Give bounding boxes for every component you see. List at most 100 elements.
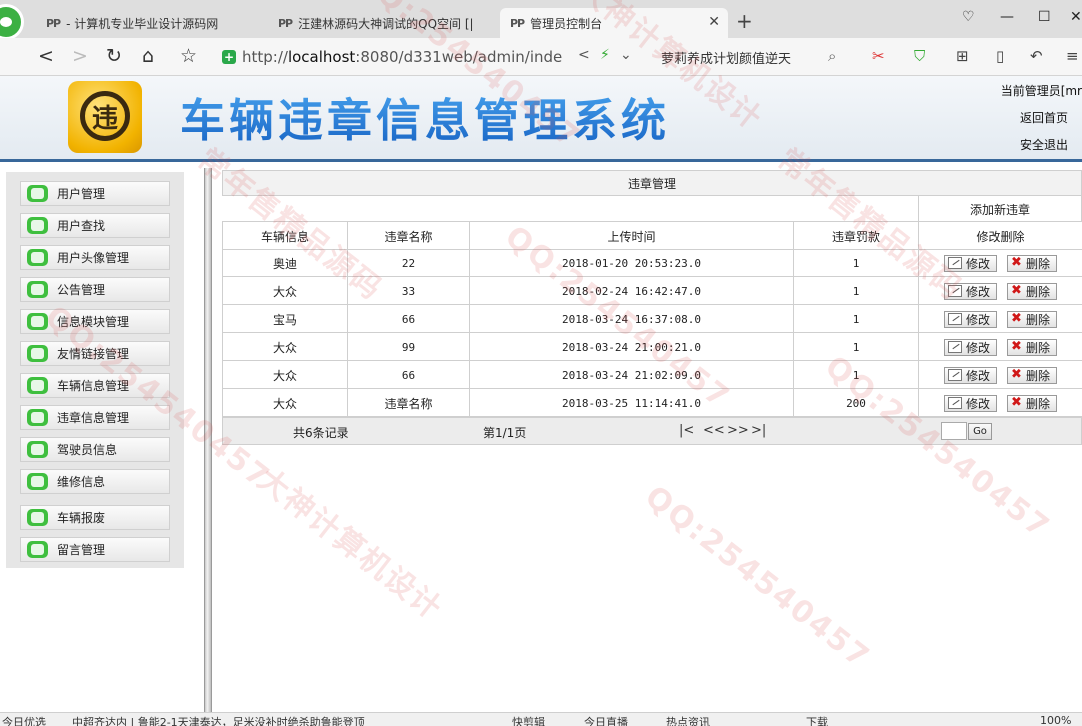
tab-label: 管理员控制台 xyxy=(530,16,603,31)
last-page-button[interactable]: >| xyxy=(751,423,766,438)
delete-button[interactable]: ✖ 删除 xyxy=(1007,310,1057,328)
delete-x-icon: ✖ xyxy=(1011,367,1022,382)
new-tab-icon[interactable]: + xyxy=(736,9,753,33)
reader-mode-icon[interactable]: ▯ xyxy=(996,47,1004,65)
cell-name: 22 xyxy=(348,249,470,277)
close-window-icon[interactable]: ✕ xyxy=(1070,9,1082,25)
edit-pencil-icon xyxy=(948,397,963,409)
edit-button[interactable]: 修改 xyxy=(944,282,998,300)
sidebar-item-user-management[interactable]: 用户管理 xyxy=(20,181,170,206)
home-icon[interactable]: ⌂ xyxy=(142,46,154,66)
logout-link[interactable]: 安全退出 xyxy=(1020,136,1068,153)
current-admin-label: 当前管理员[mr xyxy=(1000,84,1082,98)
table-row: 大众 66 2018-03-24 21:02:09.0 1 修改 ✖ 删除 xyxy=(222,361,1082,389)
edit-pencil-icon xyxy=(948,369,963,381)
delete-x-icon: ✖ xyxy=(1011,339,1022,354)
delete-button[interactable]: ✖ 删除 xyxy=(1007,338,1057,356)
share-icon[interactable]: < xyxy=(578,47,590,63)
chat-bubble-icon xyxy=(27,377,48,394)
url-dropdown-icon[interactable]: ⌄ xyxy=(620,47,632,63)
sidebar-item-vehicle-info[interactable]: 车辆信息管理 xyxy=(20,373,170,398)
status-download[interactable]: 下载 xyxy=(806,714,828,726)
sidebar-item-info-modules[interactable]: 信息模块管理 xyxy=(20,309,170,334)
sidebar-item-user-search[interactable]: 用户查找 xyxy=(20,213,170,238)
panel-title: 违章管理 xyxy=(222,170,1082,196)
delete-button[interactable]: ✖ 删除 xyxy=(1007,254,1057,272)
tools-scissors-icon[interactable]: ✂ xyxy=(872,47,885,65)
delete-button[interactable]: ✖ 删除 xyxy=(1007,282,1057,300)
tab-favicon-icon: PP xyxy=(46,16,61,30)
next-page-button[interactable]: >> xyxy=(727,423,749,438)
search-icon[interactable]: ⌕ xyxy=(828,47,836,65)
browser-status-bar: 今日优选 中超齐达内 | 鲁能2-1天津泰达，足米没补时绝杀助鲁能登顶 快剪辑 … xyxy=(0,712,1082,726)
add-violation-link[interactable]: 添加新违章 xyxy=(918,196,1082,222)
status-live[interactable]: 今日直播 xyxy=(584,714,628,726)
favorite-star-icon[interactable]: ☆ xyxy=(180,46,197,66)
sidebar-item-violation-info[interactable]: 违章信息管理 xyxy=(20,405,170,430)
edit-button[interactable]: 修改 xyxy=(944,394,998,412)
sidebar-item-avatar-management[interactable]: 用户头像管理 xyxy=(20,245,170,270)
go-button[interactable]: Go xyxy=(968,423,992,440)
browser-tab-2[interactable]: PP 汪建林源码大神调试的QQ空间 [| xyxy=(268,8,496,38)
shirt-skin-icon[interactable]: ♡ xyxy=(962,9,975,25)
cell-vehicle: 奥迪 xyxy=(223,249,348,277)
status-quick-clip[interactable]: 快剪辑 xyxy=(512,714,545,726)
table-row: 大众 违章名称 2018-03-25 11:14:41.0 200 修改 ✖ 删除 xyxy=(222,389,1082,417)
edit-button[interactable]: 修改 xyxy=(944,338,998,356)
home-link[interactable]: 返回首页 xyxy=(1020,109,1068,126)
prev-page-button[interactable]: << xyxy=(703,423,725,438)
chat-bubble-icon xyxy=(27,249,48,266)
cell-time: 2018-03-24 21:02:09.0 xyxy=(470,361,794,389)
tab-favicon-icon: PP xyxy=(510,16,525,30)
maximize-icon[interactable]: ☐ xyxy=(1038,9,1051,25)
delete-button[interactable]: ✖ 删除 xyxy=(1007,366,1057,384)
sidebar-item-repair-info[interactable]: 维修信息 xyxy=(20,469,170,494)
sidebar-item-messages[interactable]: 留言管理 xyxy=(20,537,170,562)
chat-bubble-icon xyxy=(27,185,48,202)
cell-time: 2018-03-24 21:00:21.0 xyxy=(470,333,794,361)
status-daily-picks[interactable]: 今日优选 xyxy=(2,714,46,726)
tab-label: 汪建林源码大神调试的QQ空间 [| xyxy=(298,16,474,31)
edit-button[interactable]: 修改 xyxy=(944,366,998,384)
edit-button[interactable]: 修改 xyxy=(944,254,998,272)
edit-pencil-icon xyxy=(948,313,963,325)
delete-button[interactable]: ✖ 删除 xyxy=(1007,394,1057,412)
cell-name: 66 xyxy=(348,305,470,333)
tab-close-icon[interactable]: ✕ xyxy=(708,14,720,30)
sidebar-item-driver-info[interactable]: 驾驶员信息 xyxy=(20,437,170,462)
page-number-input[interactable] xyxy=(941,422,967,440)
chat-bubble-icon xyxy=(27,345,48,362)
sidebar-item-announcements[interactable]: 公告管理 xyxy=(20,277,170,302)
lightning-icon[interactable]: ⚡ xyxy=(600,47,610,63)
search-suggestion[interactable]: 萝莉养成计划颜值逆天 xyxy=(661,48,791,67)
cell-name: 66 xyxy=(348,361,470,389)
cell-fine: 1 xyxy=(794,277,919,305)
payment-shield-icon[interactable]: ⛉ xyxy=(914,47,925,65)
delete-x-icon: ✖ xyxy=(1011,283,1022,298)
status-hot-news[interactable]: 热点资讯 xyxy=(666,714,710,726)
undo-icon[interactable]: ↶ xyxy=(1030,47,1043,65)
cell-vehicle: 大众 xyxy=(223,361,348,389)
pager: 共6条记录 第1/1页 |< << >> >| Go xyxy=(222,417,1082,445)
minimize-icon[interactable]: — xyxy=(1000,9,1014,25)
reload-icon[interactable]: ↻ xyxy=(106,46,122,66)
record-count: 共6条记录 xyxy=(293,426,349,440)
back-icon[interactable]: < xyxy=(38,46,54,66)
forward-icon[interactable]: > xyxy=(72,46,88,66)
browser-tab-3-active[interactable]: PP 管理员控制台 ✕ xyxy=(500,8,728,38)
cell-name: 33 xyxy=(348,277,470,305)
cell-actions: 修改 ✖ 删除 xyxy=(919,333,1082,361)
status-news[interactable]: 中超齐达内 | 鲁能2-1天津泰达，足米没补时绝杀助鲁能登顶 xyxy=(72,714,365,726)
sidebar-item-vehicle-scrap[interactable]: 车辆报废 xyxy=(20,505,170,530)
chat-bubble-icon xyxy=(27,541,48,558)
menu-icon[interactable]: ≡ xyxy=(1066,47,1079,65)
logo-magnifier-icon: 违 xyxy=(80,91,130,141)
browser-tab-1[interactable]: PP - 计算机专业毕业设计源码网 xyxy=(36,8,264,38)
apps-grid-icon[interactable]: ⊞ xyxy=(956,47,969,65)
edit-button[interactable]: 修改 xyxy=(944,310,998,328)
status-zoom[interactable]: 100% xyxy=(1040,714,1071,726)
first-page-button[interactable]: |< xyxy=(679,423,694,438)
frame-splitter[interactable] xyxy=(204,168,212,716)
sidebar-item-friend-links[interactable]: 友情链接管理 xyxy=(20,341,170,366)
add-row: 添加新违章 xyxy=(222,196,1082,222)
